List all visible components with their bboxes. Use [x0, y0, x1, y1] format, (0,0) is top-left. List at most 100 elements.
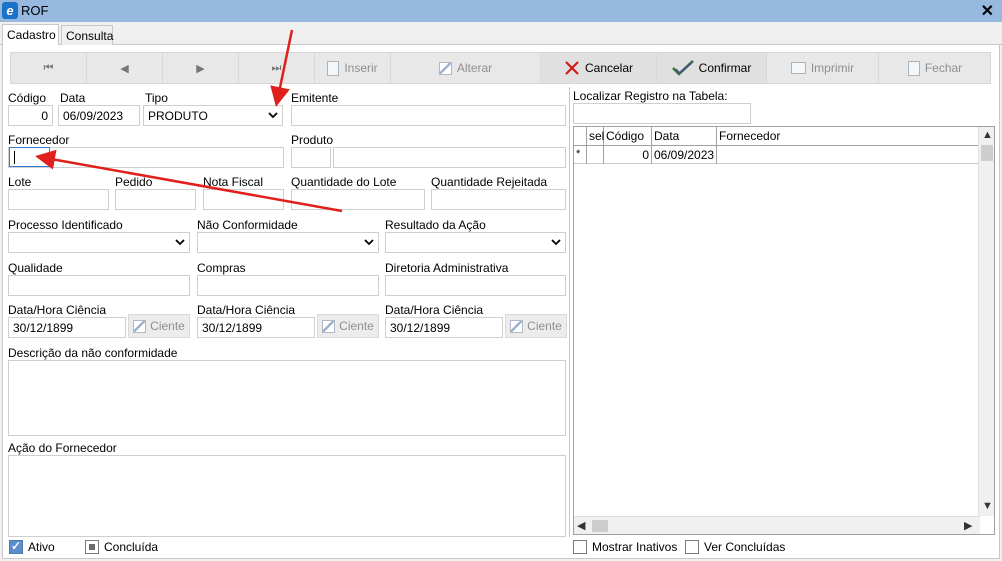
indicator-header: [574, 127, 587, 146]
chevron-down-icon: [551, 237, 561, 247]
column-header-sel[interactable]: sel: [587, 127, 604, 146]
ciencia-compras-field[interactable]: 30/12/1899: [197, 317, 315, 338]
diretoria-field[interactable]: [385, 275, 566, 296]
tipo-label: Tipo: [145, 91, 168, 105]
cancelar-button[interactable]: Cancelar: [541, 53, 657, 83]
printer-icon: [790, 62, 806, 74]
quantidade-rejeitada-field[interactable]: [431, 189, 566, 210]
table-header: sel Código Data Fornecedor: [574, 127, 994, 146]
scroll-thumb[interactable]: [592, 520, 608, 532]
alterar-label: Alterar: [456, 61, 493, 75]
scroll-left-icon[interactable]: ◀: [577, 519, 585, 532]
column-header-fornecedor[interactable]: Fornecedor: [717, 127, 978, 146]
ver-concluidas-checkbox[interactable]: Ver Concluídas: [685, 540, 785, 554]
scroll-down-icon[interactable]: ▼: [982, 500, 993, 512]
tipo-select[interactable]: PRODUTO: [143, 105, 283, 126]
scroll-up-icon[interactable]: ▲: [982, 129, 993, 141]
last-record-button[interactable]: ⏭: [239, 53, 315, 83]
vertical-scrollbar[interactable]: ▲ ▼: [978, 127, 994, 516]
ativo-checkbox[interactable]: Ativo: [9, 539, 55, 554]
first-record-button[interactable]: ⏮: [11, 53, 87, 83]
inserir-label: Inserir: [344, 61, 378, 75]
emitente-field[interactable]: [291, 105, 566, 126]
fornecedor-label: Fornecedor: [8, 133, 70, 147]
descricao-memo[interactable]: [8, 360, 566, 436]
ciente-compras-button[interactable]: Ciente: [317, 314, 379, 338]
produto-label: Produto: [291, 133, 334, 147]
mostrar-inativos-checkbox[interactable]: Mostrar Inativos: [573, 540, 677, 554]
confirmar-label: Confirmar: [698, 61, 752, 75]
tab-cadastro[interactable]: Cadastro: [2, 24, 59, 46]
fornecedor-field[interactable]: [9, 147, 50, 167]
pedido-label: Pedido: [115, 175, 153, 189]
acao-memo[interactable]: [8, 455, 566, 537]
produto-code-field[interactable]: [291, 147, 331, 168]
quantidade-lote-label: Quantidade do Lote: [291, 175, 397, 189]
scroll-right-icon[interactable]: ▶: [964, 519, 972, 532]
descricao-label: Descrição da não conformidade: [8, 346, 178, 360]
ciente-label: Ciente: [339, 319, 374, 333]
ciente-label: Ciente: [150, 319, 185, 333]
processo-label: Processo Identificado: [8, 218, 123, 232]
lote-field[interactable]: [8, 189, 109, 210]
column-header-codigo[interactable]: Código: [604, 127, 652, 146]
close-icon[interactable]: ✕: [981, 1, 994, 21]
compras-field[interactable]: [197, 275, 379, 296]
horizontal-scrollbar[interactable]: ◀ ▶: [574, 516, 980, 534]
ciente-label: Ciente: [527, 319, 562, 333]
ciente-diretoria-button[interactable]: Ciente: [505, 314, 567, 338]
resultado-select[interactable]: [385, 232, 566, 253]
cancelar-label: Cancelar: [584, 61, 634, 75]
checkbox-icon: [573, 540, 587, 554]
data-field[interactable]: 06/09/2023: [58, 105, 140, 126]
checkbox-indeterminate-icon: [85, 540, 99, 554]
ciencia-qualidade-field[interactable]: 30/12/1899: [8, 317, 126, 338]
scroll-thumb[interactable]: [981, 145, 993, 161]
row-sel[interactable]: [587, 146, 604, 164]
tab-consulta[interactable]: Consulta: [61, 25, 113, 45]
next-icon: ▶: [196, 62, 205, 75]
diretoria-label: Diretoria Administrativa: [385, 261, 509, 275]
toolbar: ⏮ ◀ ▶ ⏭ Inserir Alterar Cancelar Confirm…: [10, 52, 991, 84]
pedido-field[interactable]: [115, 189, 196, 210]
checkbox-checked-icon: [9, 539, 23, 554]
imprimir-button[interactable]: Imprimir: [767, 53, 879, 83]
search-input[interactable]: [573, 103, 751, 124]
inserir-button[interactable]: Inserir: [315, 53, 391, 83]
ciencia-qualidade-label: Data/Hora Ciência: [8, 303, 107, 317]
concluida-checkbox[interactable]: Concluída: [85, 540, 158, 554]
emitente-label: Emitente: [291, 91, 339, 105]
nao-conformidade-label: Não Conformidade: [197, 218, 298, 232]
quantidade-lote-field[interactable]: [291, 189, 425, 210]
table-row[interactable]: * 0 06/09/2023: [574, 146, 980, 164]
prev-record-button[interactable]: ◀: [87, 53, 163, 83]
row-fornecedor: [717, 146, 978, 164]
records-table: sel Código Data Fornecedor * 0 06/09/202…: [573, 126, 995, 535]
edit-icon: [438, 61, 452, 75]
search-label: Localizar Registro na Tabela:: [573, 89, 728, 103]
concluida-label: Concluída: [104, 540, 159, 554]
ciencia-compras-label: Data/Hora Ciência: [197, 303, 296, 317]
compras-label: Compras: [197, 261, 246, 275]
ciente-qualidade-button[interactable]: Ciente: [128, 314, 190, 338]
fechar-button[interactable]: Fechar: [879, 53, 991, 83]
qualidade-field[interactable]: [8, 275, 190, 296]
splitter[interactable]: [569, 87, 570, 537]
column-header-data[interactable]: Data: [652, 127, 717, 146]
processo-select[interactable]: [8, 232, 190, 253]
ciencia-diretoria-field[interactable]: 30/12/1899: [385, 317, 503, 338]
row-data: 06/09/2023: [652, 146, 717, 164]
confirmar-button[interactable]: Confirmar: [657, 53, 767, 83]
ciencia-diretoria-label: Data/Hora Ciência: [385, 303, 484, 317]
nota-fiscal-field[interactable]: [203, 189, 284, 210]
nao-conformidade-select[interactable]: [197, 232, 379, 253]
fechar-label: Fechar: [924, 61, 963, 75]
alterar-button[interactable]: Alterar: [391, 53, 541, 83]
produto-name-field[interactable]: [333, 147, 566, 168]
row-indicator: *: [574, 146, 587, 164]
next-record-button[interactable]: ▶: [163, 53, 239, 83]
chevron-down-icon: [268, 110, 278, 120]
codigo-field[interactable]: 0: [8, 105, 53, 126]
qualidade-label: Qualidade: [8, 261, 63, 275]
imprimir-label: Imprimir: [810, 61, 855, 75]
